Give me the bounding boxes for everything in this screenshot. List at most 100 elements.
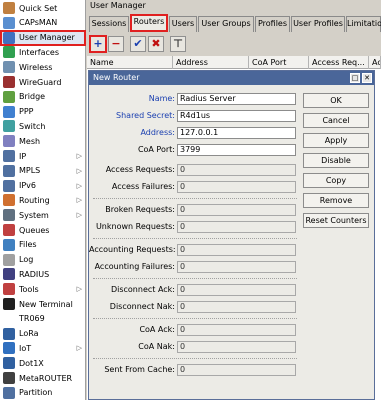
stat-label: Disconnect Ack: [110, 285, 175, 294]
stat-row: CoA Ack: 0 [89, 323, 299, 337]
tab-limitations[interactable]: Limitatio [346, 16, 381, 32]
sidebar-item-interfaces[interactable]: Interfaces [0, 44, 86, 60]
tab-user-profiles[interactable]: User Profiles [291, 16, 345, 32]
tab-user-groups[interactable]: User Groups [198, 16, 254, 32]
name-row: Name: Radius Server [89, 92, 299, 106]
col-ac[interactable]: Ac [369, 56, 381, 69]
system-icon [3, 209, 15, 222]
col-address[interactable]: Address [173, 56, 249, 69]
col-access-requests[interactable]: Access Req... [309, 56, 369, 69]
coa-port-field[interactable]: 3799 [177, 144, 296, 156]
sidebar-item-label: Quick Set [19, 3, 58, 13]
sidebar-item-ip[interactable]: IP ▷ [0, 148, 86, 164]
stat-value: 0 [177, 364, 296, 376]
tab-sessions[interactable]: Sessions [89, 16, 129, 32]
sidebar-item-label: New Terminal [19, 299, 73, 309]
name-field[interactable]: Radius Server [177, 93, 296, 105]
remove-icon[interactable]: − [108, 36, 124, 52]
sidebar-item-bridge[interactable]: Bridge [0, 89, 86, 105]
address-field[interactable]: 127.0.0.1 [177, 127, 296, 139]
sidebar-item-label: CAPsMAN [19, 18, 58, 28]
copy-button[interactable]: Copy [303, 173, 369, 188]
sidebar-item-tools[interactable]: Tools ▷ [0, 281, 86, 297]
sidebar-item-dot1x[interactable]: Dot1X [0, 355, 86, 371]
tab-users[interactable]: Users [169, 16, 197, 32]
stat-value: 0 [177, 284, 296, 296]
mesh-icon [3, 135, 15, 148]
sidebar-item-wireless[interactable]: Wireless [0, 59, 86, 75]
sidebar-item-mesh[interactable]: Mesh [0, 133, 86, 149]
sidebar-item-queues[interactable]: Queues [0, 222, 86, 238]
sidebar-item-files[interactable]: Files [0, 237, 86, 253]
secret-label: Shared Secret: [116, 111, 175, 120]
stat-value: 0 [177, 341, 296, 353]
terminal-icon [3, 298, 15, 310]
sidebar-item-wireguard[interactable]: WireGuard [0, 74, 86, 90]
stat-row: Accounting Failures: 0 [89, 260, 299, 274]
stat-label: Accounting Requests: [89, 245, 176, 254]
secret-row: Shared Secret: R4d1us [89, 109, 299, 123]
stat-row: CoA Nak: 0 [89, 340, 299, 354]
sidebar-item-radius[interactable]: RADIUS [0, 266, 86, 282]
sidebar-item-user-manager[interactable]: User Manager [0, 29, 86, 46]
sidebar-item-iot[interactable]: IoT ▷ [0, 340, 86, 356]
sidebar-item-capsman[interactable]: CAPsMAN [0, 15, 86, 31]
sidebar-item-tr069[interactable]: TR069 [0, 311, 86, 327]
close-icon[interactable]: ✕ [362, 73, 372, 83]
disable-icon[interactable]: ✖ [148, 36, 164, 52]
col-coa-port[interactable]: CoA Port [249, 56, 309, 69]
section-divider [93, 358, 297, 359]
tab-routers[interactable]: Routers [130, 14, 168, 32]
ok-button[interactable]: OK [303, 93, 369, 108]
sidebar-item-quick-set[interactable]: Quick Set [0, 0, 86, 16]
sidebar-item-label: RADIUS [19, 269, 50, 279]
wireless-icon [3, 61, 15, 74]
metarouter-icon [3, 372, 15, 384]
capsman-icon [3, 16, 15, 29]
sidebar-item-system[interactable]: System ▷ [0, 207, 86, 223]
sidebar-item-routing[interactable]: Routing ▷ [0, 192, 86, 208]
remove-button[interactable]: Remove [303, 193, 369, 208]
stat-row: Sent From Cache: 0 [89, 363, 299, 377]
stat-value: 0 [177, 244, 296, 256]
secret-field[interactable]: R4d1us [177, 110, 296, 122]
sidebar-item-label: Routing [19, 195, 50, 205]
stat-label: Disconnect Nak: [109, 302, 175, 311]
col-name[interactable]: Name [87, 56, 173, 69]
sidebar-item-ipv6[interactable]: IPv6 ▷ [0, 178, 86, 194]
sidebar-item-partition[interactable]: Partition [0, 385, 86, 400]
routing-icon [3, 194, 15, 207]
sidebar-item-new-terminal[interactable]: New Terminal [0, 296, 86, 312]
sidebar-item-label: MPLS [19, 166, 41, 176]
queues-icon [3, 224, 15, 236]
maximize-icon[interactable]: □ [350, 73, 360, 83]
stat-label: Broken Requests: [105, 205, 175, 214]
add-icon[interactable]: + [89, 35, 107, 53]
disable-button[interactable]: Disable [303, 153, 369, 168]
apply-button[interactable]: Apply [303, 133, 369, 148]
sidebar-item-label: Interfaces [19, 47, 59, 57]
sidebar-item-mpls[interactable]: MPLS ▷ [0, 163, 86, 179]
mpls-icon [3, 164, 15, 177]
sidebar-item-label: IP [19, 151, 27, 161]
partition-icon [3, 386, 15, 399]
cancel-button[interactable]: Cancel [303, 113, 369, 128]
sidebar-item-lora[interactable]: LoRa [0, 326, 86, 342]
tab-profiles[interactable]: Profiles [255, 16, 290, 32]
user-manager-icon [3, 31, 15, 44]
stat-row: Access Requests: 0 [89, 163, 299, 177]
filter-icon[interactable]: ⊤ [170, 36, 186, 52]
log-icon [3, 253, 15, 266]
sidebar-item-ppp[interactable]: PPP [0, 104, 86, 120]
sidebar-item-label: Partition [19, 388, 53, 398]
sidebar-item-label: System [19, 210, 49, 220]
sidebar-item-metarouter[interactable]: MetaROUTER [0, 370, 86, 386]
reset-counters-button[interactable]: Reset Counters [303, 213, 369, 228]
stat-value: 0 [177, 204, 296, 216]
lora-icon [3, 327, 15, 340]
sidebar-item-switch[interactable]: Switch [0, 118, 86, 134]
dialog-titlebar: New Router □ ✕ [89, 71, 374, 85]
sidebar-item-log[interactable]: Log [0, 252, 86, 268]
enable-icon[interactable]: ✔ [130, 36, 146, 52]
dot1x-icon [3, 357, 15, 370]
